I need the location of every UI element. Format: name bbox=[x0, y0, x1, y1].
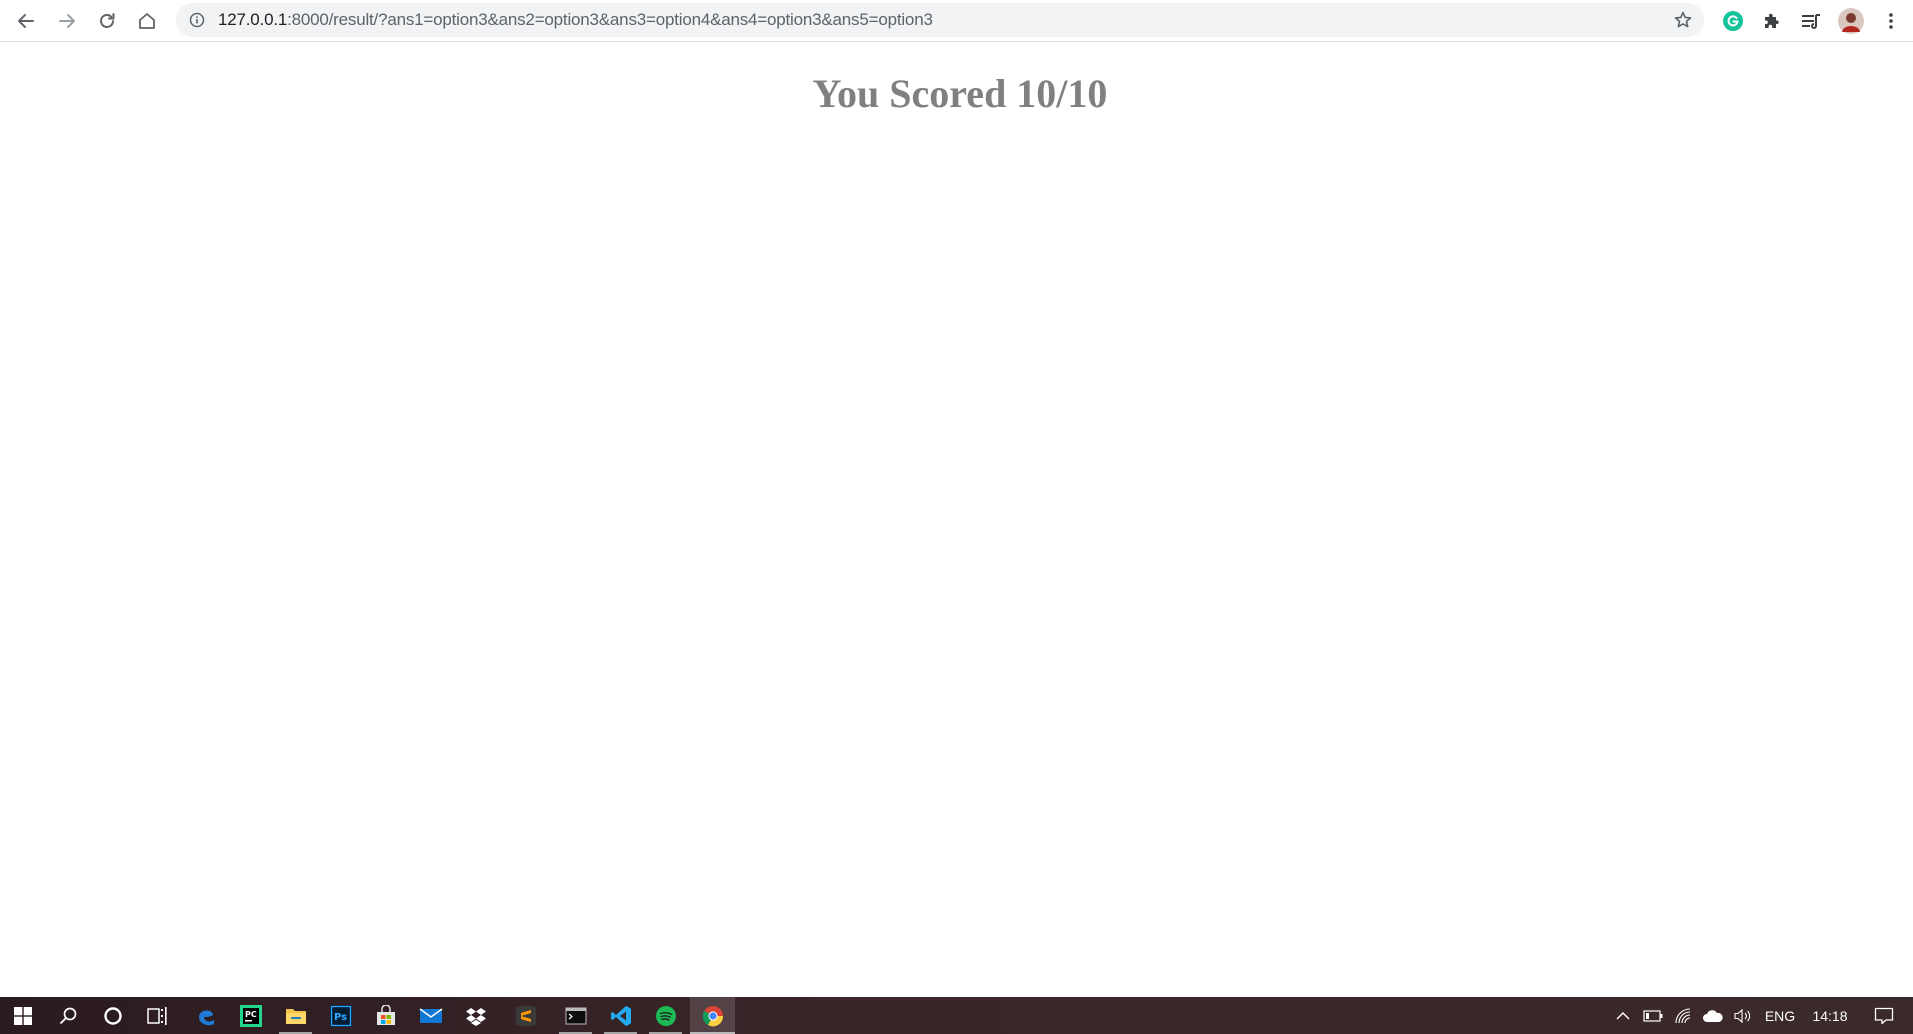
taskbar-app-file-explorer[interactable] bbox=[273, 997, 318, 1034]
reading-list-button[interactable] bbox=[1796, 6, 1826, 36]
pycharm-icon: PC bbox=[239, 1004, 262, 1027]
photoshop-icon: Ps bbox=[329, 1004, 352, 1027]
star-icon[interactable] bbox=[1672, 9, 1694, 31]
tray-onedrive[interactable] bbox=[1700, 997, 1726, 1034]
score-heading: You Scored 10/10 bbox=[812, 71, 1108, 116]
spotify-icon bbox=[655, 1005, 676, 1026]
grammarly-extension-button[interactable] bbox=[1718, 6, 1748, 36]
taskbar-app-pycharm[interactable]: PC bbox=[228, 997, 273, 1034]
tray-wifi[interactable] bbox=[1670, 997, 1696, 1034]
url-path: :8000/result/?ans1=option3&ans2=option3&… bbox=[287, 10, 933, 29]
back-button[interactable] bbox=[10, 5, 42, 37]
store-icon bbox=[376, 1004, 395, 1025]
windows-taskbar: PC Ps ENG 14:18 bbox=[0, 997, 1913, 1034]
chrome-menu-button[interactable] bbox=[1876, 6, 1906, 36]
cortana-icon bbox=[103, 1006, 122, 1025]
start-button[interactable] bbox=[0, 997, 45, 1034]
task-view-icon bbox=[146, 1006, 167, 1025]
address-bar[interactable]: 127.0.0.1:8000/result/?ans1=option3&ans2… bbox=[176, 3, 1704, 37]
battery-icon bbox=[1643, 1009, 1663, 1022]
windows-start-icon bbox=[13, 1006, 32, 1025]
task-view-button[interactable] bbox=[135, 997, 180, 1034]
taskbar-app-mail[interactable] bbox=[408, 997, 453, 1034]
reload-button[interactable] bbox=[91, 5, 123, 37]
search-icon bbox=[59, 1007, 76, 1024]
edge-icon bbox=[198, 1009, 214, 1025]
tray-language[interactable]: ENG bbox=[1760, 997, 1800, 1034]
tray-clock[interactable]: 14:18 bbox=[1806, 997, 1854, 1034]
home-icon bbox=[139, 13, 155, 29]
cortana-button[interactable] bbox=[90, 997, 135, 1034]
url-host: 127.0.0.1 bbox=[218, 10, 288, 29]
speaker-icon bbox=[1734, 1008, 1751, 1023]
taskbar-app-photoshop[interactable]: Ps bbox=[318, 997, 363, 1034]
taskbar-app-edge[interactable] bbox=[183, 997, 228, 1034]
terminal-icon bbox=[565, 1007, 586, 1024]
arrow-left-icon bbox=[18, 14, 34, 28]
dropbox-icon bbox=[465, 1007, 486, 1026]
vscode-icon bbox=[610, 1005, 631, 1026]
taskbar-app-sublime-text[interactable] bbox=[503, 997, 548, 1034]
tray-volume[interactable] bbox=[1730, 997, 1756, 1034]
chrome-icon bbox=[702, 1005, 723, 1026]
profile-button[interactable] bbox=[1836, 6, 1866, 36]
page-content: You Scored 10/10 bbox=[0, 42, 1913, 997]
action-center-button[interactable] bbox=[1864, 997, 1904, 1034]
info-icon[interactable] bbox=[188, 11, 206, 29]
grammarly-icon bbox=[1723, 11, 1743, 31]
chevron-up-icon bbox=[1616, 1011, 1630, 1019]
taskbar-app-spotify[interactable] bbox=[643, 997, 688, 1034]
puzzle-icon bbox=[1765, 13, 1779, 28]
mail-icon bbox=[419, 1007, 442, 1023]
reading-list-icon bbox=[1802, 14, 1820, 29]
taskbar-app-store[interactable] bbox=[363, 997, 408, 1034]
kebab-menu-icon bbox=[1889, 13, 1893, 29]
taskbar-app-chrome[interactable] bbox=[690, 997, 735, 1034]
svg-text:Ps: Ps bbox=[334, 1012, 347, 1023]
avatar bbox=[1838, 8, 1864, 34]
arrow-right-icon bbox=[59, 14, 75, 28]
forward-button[interactable] bbox=[51, 5, 83, 37]
url-text[interactable]: 127.0.0.1:8000/result/?ans1=option3&ans2… bbox=[218, 3, 933, 37]
taskbar-app-dropbox[interactable] bbox=[453, 997, 498, 1034]
svg-text:PC: PC bbox=[245, 1010, 257, 1019]
taskbar-search-button[interactable] bbox=[45, 997, 90, 1034]
sublime-text-icon bbox=[515, 1005, 536, 1026]
taskbar-app-vscode[interactable] bbox=[598, 997, 643, 1034]
extensions-button[interactable] bbox=[1756, 6, 1786, 36]
reload-icon bbox=[100, 13, 115, 28]
file-explorer-icon bbox=[285, 1008, 306, 1024]
browser-toolbar: 127.0.0.1:8000/result/?ans1=option3&ans2… bbox=[0, 0, 1913, 42]
wifi-icon bbox=[1675, 1007, 1691, 1023]
home-button[interactable] bbox=[131, 5, 163, 37]
tray-overflow-button[interactable] bbox=[1612, 997, 1634, 1034]
tray-battery[interactable] bbox=[1640, 997, 1666, 1034]
notification-icon bbox=[1874, 1007, 1894, 1024]
cloud-icon bbox=[1703, 1009, 1723, 1022]
taskbar-app-terminal[interactable] bbox=[553, 997, 598, 1034]
